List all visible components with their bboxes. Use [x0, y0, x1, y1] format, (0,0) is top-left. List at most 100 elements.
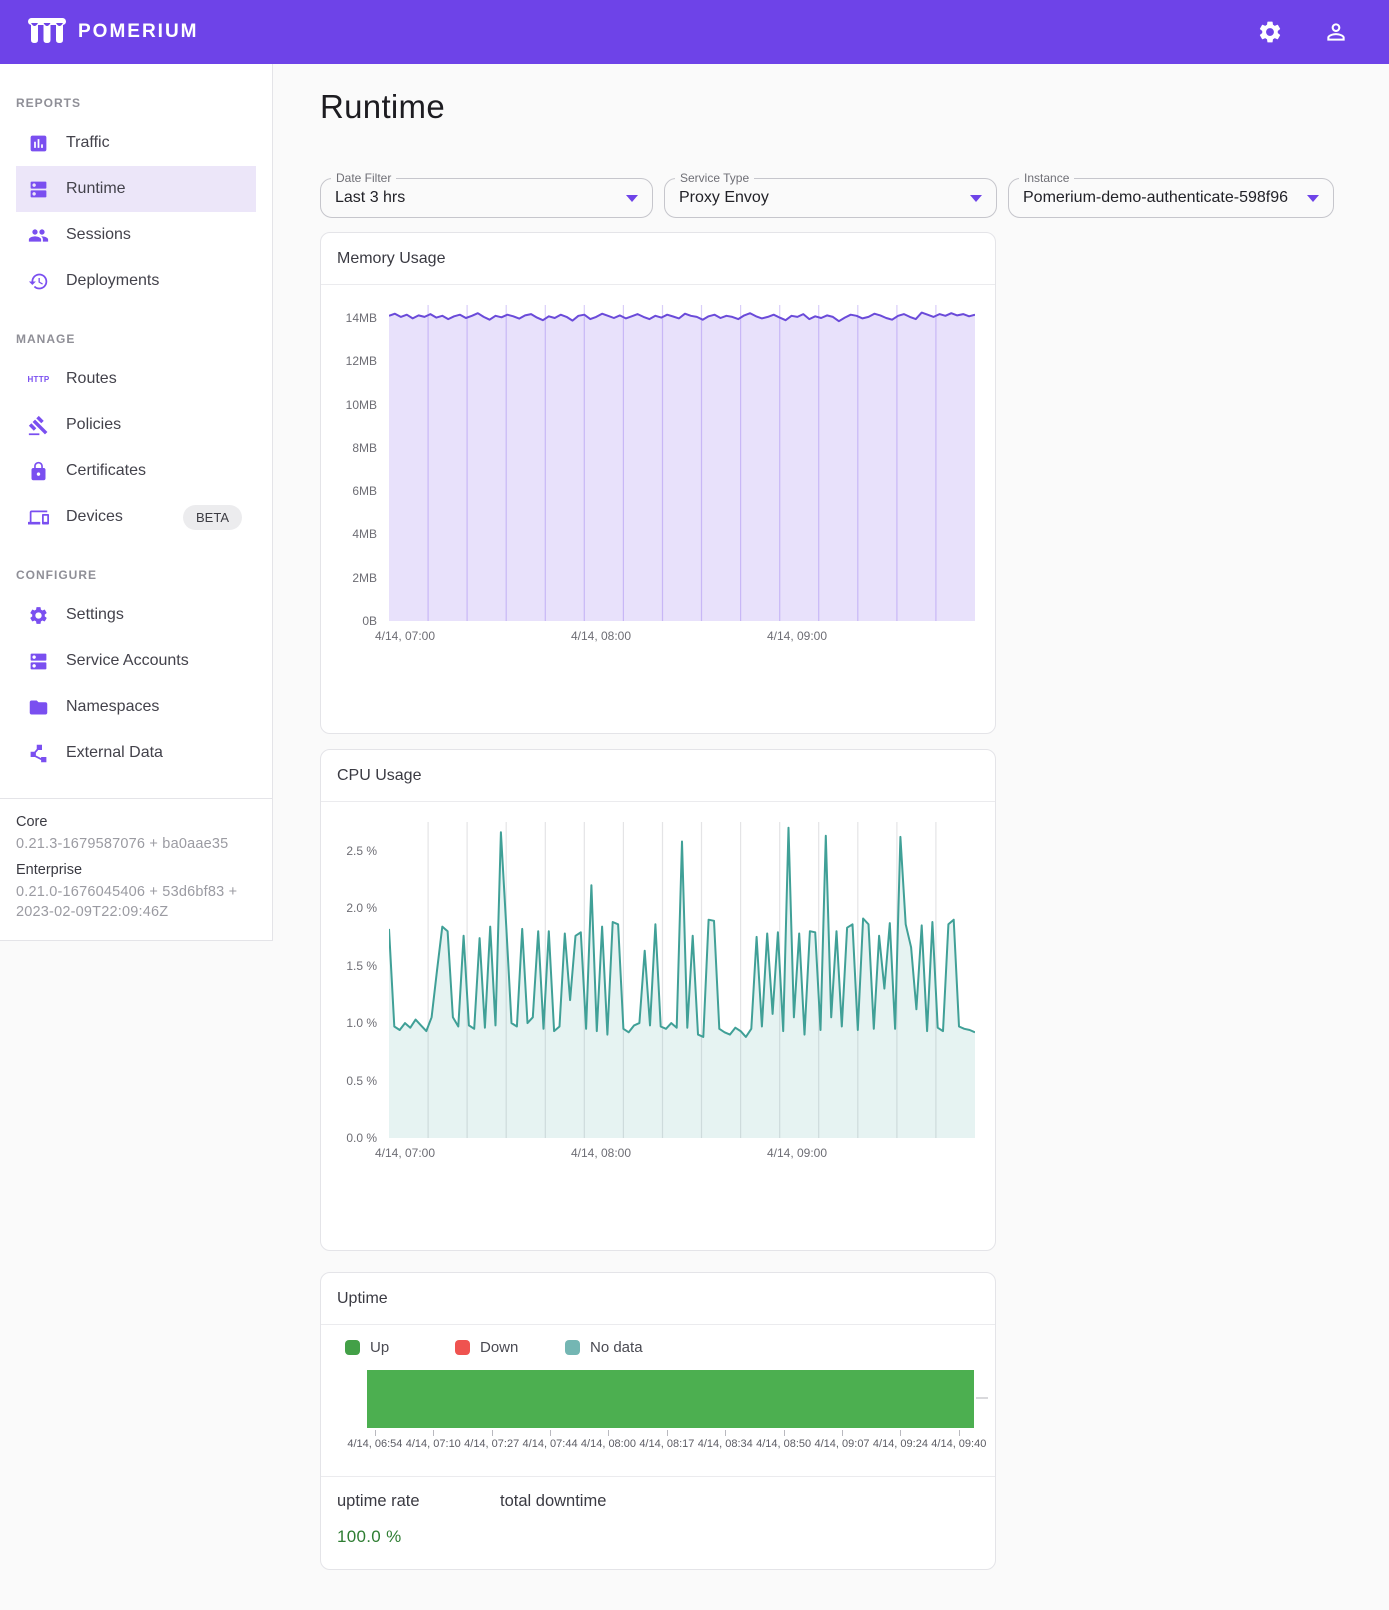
uptime-stats: uptime rate total downtime 100.0 %: [321, 1476, 995, 1569]
date-filter-value: Last 3 hrs: [335, 189, 618, 207]
sidebar-item-label: Settings: [66, 606, 124, 624]
no-data-label: No data: [590, 1339, 643, 1356]
page-title: Runtime: [320, 88, 1337, 126]
sidebar-item-certificates[interactable]: Certificates: [16, 448, 256, 494]
brand-name: POMERIUM: [78, 21, 199, 43]
sidebar-item-label: Devices: [66, 508, 123, 526]
sidebar-item-deployments[interactable]: Deployments: [16, 258, 256, 304]
sidebar-item-policies[interactable]: Policies: [16, 402, 256, 448]
devices-icon: [28, 507, 49, 528]
brand[interactable]: POMERIUM: [28, 17, 199, 47]
sidebar-item-label: Sessions: [66, 226, 131, 244]
uptime-legend: Up Down No data: [345, 1339, 995, 1356]
uptime-tick-labels: 4/14, 06:544/14, 07:104/14, 07:274/14, 0…: [367, 1438, 974, 1454]
chevron-down-icon: [1307, 195, 1319, 202]
down-swatch: [455, 1340, 470, 1355]
memory-y-axis: 0B2MB4MB6MB8MB10MB12MB14MB: [321, 305, 383, 621]
memory-usage-card: Memory Usage 0B2MB4MB6MB8MB10MB12MB14MB …: [320, 232, 996, 734]
sidebar-item-sessions[interactable]: Sessions: [16, 212, 256, 258]
sidebar-item-external-data[interactable]: External Data: [16, 730, 256, 776]
sidebar-item-label: Service Accounts: [66, 652, 189, 670]
chevron-down-icon: [626, 195, 638, 202]
total-downtime-label: total downtime: [500, 1492, 606, 1511]
up-label: Up: [370, 1339, 389, 1356]
beta-badge: BETA: [183, 505, 242, 530]
instance-label: Instance: [1019, 171, 1074, 185]
routes-http-icon: HTTP: [28, 369, 49, 390]
sidebar: REPORTS Traffic Runtime Sessions Deploym…: [0, 64, 273, 941]
filter-bar: Date Filter Last 3 hrs Service Type Prox…: [320, 178, 1337, 218]
sidebar-item-devices[interactable]: Devices BETA: [16, 494, 256, 540]
deployments-history-icon: [28, 271, 49, 292]
sidebar-item-label: Traffic: [66, 134, 110, 152]
cpu-usage-chart: 0.0 %0.5 %1.0 %1.5 %2.0 %2.5 % 4/14, 07:…: [321, 802, 995, 1184]
settings-gear-icon: [28, 605, 49, 626]
instance-value: Pomerium-demo-authenticate-598f96: [1023, 189, 1299, 207]
service-accounts-storage-icon: [28, 651, 49, 672]
sessions-people-icon: [28, 225, 49, 246]
core-version-value: 0.21.3-1679587076 + ba0aae35: [16, 834, 256, 854]
chevron-down-icon: [970, 195, 982, 202]
sidebar-item-label: Policies: [66, 416, 121, 434]
service-type-select[interactable]: Service Type Proxy Envoy: [664, 178, 997, 218]
service-type-label: Service Type: [675, 171, 754, 185]
sidebar-item-routes[interactable]: HTTP Routes: [16, 356, 256, 402]
policies-gavel-icon: [28, 415, 49, 436]
external-data-polyline-icon: [28, 743, 49, 764]
down-label: Down: [480, 1339, 518, 1356]
enterprise-version-label: Enterprise: [16, 860, 256, 880]
uptime-rate-label: uptime rate: [337, 1492, 500, 1511]
legend-item-down: Down: [455, 1339, 565, 1356]
sidebar-item-service-accounts[interactable]: Service Accounts: [16, 638, 256, 684]
legend-item-nodata: No data: [565, 1339, 675, 1356]
version-info: Core 0.21.3-1679587076 + ba0aae35 Enterp…: [0, 798, 272, 940]
main-content: Runtime Date Filter Last 3 hrs Service T…: [273, 64, 1389, 1610]
sidebar-item-label: Certificates: [66, 462, 146, 480]
sidebar-item-runtime[interactable]: Runtime: [16, 166, 256, 212]
legend-item-up: Up: [345, 1339, 455, 1356]
section-label-reports: REPORTS: [16, 96, 272, 110]
section-label-manage: MANAGE: [16, 332, 272, 346]
pomerium-logo: [28, 17, 66, 47]
runtime-storage-icon: [28, 179, 49, 200]
uptime-bar-wrap: 4/14, 06:544/14, 07:104/14, 07:274/14, 0…: [367, 1370, 974, 1454]
uptime-card: Uptime Up Down No data: [320, 1272, 996, 1570]
settings-gear-icon[interactable]: [1257, 19, 1283, 45]
sidebar-item-settings[interactable]: Settings: [16, 592, 256, 638]
memory-usage-title: Memory Usage: [321, 233, 995, 285]
uptime-rate-value: 100.0 %: [337, 1527, 979, 1547]
date-filter-label: Date Filter: [331, 171, 396, 185]
section-label-configure: CONFIGURE: [16, 568, 272, 582]
cpu-plot: [389, 822, 975, 1138]
sidebar-item-label: Runtime: [66, 180, 126, 198]
sidebar-item-label: External Data: [66, 744, 163, 762]
date-filter-select[interactable]: Date Filter Last 3 hrs: [320, 178, 653, 218]
cpu-x-axis: 4/14, 07:004/14, 08:004/14, 09:00: [389, 1144, 975, 1162]
cpu-usage-title: CPU Usage: [321, 750, 995, 802]
instance-select[interactable]: Instance Pomerium-demo-authenticate-598f…: [1008, 178, 1334, 218]
cpu-usage-card: CPU Usage 0.0 %0.5 %1.0 %1.5 %2.0 %2.5 %…: [320, 749, 996, 1251]
memory-usage-chart: 0B2MB4MB6MB8MB10MB12MB14MB 4/14, 07:004/…: [321, 285, 995, 667]
uptime-title: Uptime: [321, 1273, 995, 1325]
certificates-lock-icon: [28, 461, 49, 482]
bar-end-mark: [976, 1397, 988, 1399]
cpu-y-axis: 0.0 %0.5 %1.0 %1.5 %2.0 %2.5 %: [321, 822, 383, 1138]
sidebar-item-label: Namespaces: [66, 698, 159, 716]
core-version-label: Core: [16, 812, 256, 832]
account-person-icon[interactable]: [1323, 19, 1349, 45]
uptime-status-bar: [367, 1370, 974, 1428]
traffic-chart-icon: [28, 133, 49, 154]
service-type-value: Proxy Envoy: [679, 189, 962, 207]
sidebar-item-namespaces[interactable]: Namespaces: [16, 684, 256, 730]
sidebar-item-label: Deployments: [66, 272, 159, 290]
memory-plot: [389, 305, 975, 621]
uptime-chart: Up Down No data 4/14, 06:544/14, 0: [321, 1325, 995, 1569]
app-bar: POMERIUM: [0, 0, 1389, 64]
memory-x-axis: 4/14, 07:004/14, 08:004/14, 09:00: [389, 627, 975, 645]
enterprise-version-value: 0.21.0-1676045406 + 53d6bf83 + 2023-02-0…: [16, 882, 256, 922]
up-swatch: [345, 1340, 360, 1355]
sidebar-item-traffic[interactable]: Traffic: [16, 120, 256, 166]
uptime-ticks: [367, 1428, 974, 1436]
sidebar-item-label: Routes: [66, 370, 117, 388]
namespaces-folder-icon: [28, 697, 49, 718]
